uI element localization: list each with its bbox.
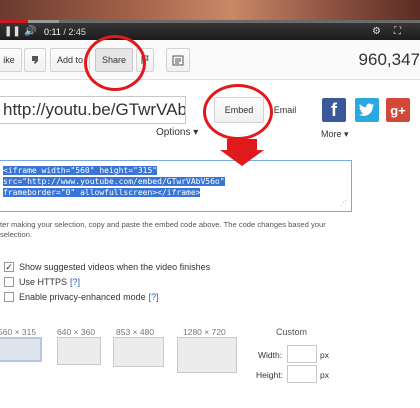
google-plus-icon: g+ (390, 102, 406, 118)
option-suggested-videos[interactable]: ✓ Show suggested videos when the video f… (4, 262, 210, 272)
fullscreen-icon[interactable]: ⛶ (394, 26, 401, 37)
play-pause-icon[interactable]: ❚❚ (4, 26, 21, 37)
email-label: Email (273, 105, 297, 115)
facebook-icon: f (331, 99, 337, 120)
like-button[interactable]: ike (0, 48, 22, 72)
custom-height-input[interactable] (287, 365, 317, 383)
progress-bar[interactable] (0, 20, 420, 23)
option-use-https[interactable]: Use HTTPS [?] (4, 277, 80, 287)
option-privacy-mode[interactable]: Enable privacy-enhanced mode [?] (4, 292, 159, 302)
option-label: Show suggested videos when the video fin… (19, 262, 211, 272)
checkbox-suggested-videos[interactable]: ✓ (4, 262, 14, 272)
checkbox-privacy-mode[interactable] (4, 292, 14, 302)
embed-code-line: src="http://www.youtube.com/embed/GTwrVA… (3, 177, 225, 186)
https-help-link[interactable]: [?] (70, 277, 80, 287)
more-dropdown[interactable]: More ▾ (321, 129, 349, 140)
size-label-1280: 1280 × 720 (183, 327, 226, 337)
size-label-560: 560 × 315 (0, 327, 37, 337)
time-current: 0:11 (44, 27, 61, 37)
volume-icon[interactable]: 🔊 (24, 26, 36, 37)
google-plus-share-button[interactable]: g+ (386, 98, 410, 122)
twitter-icon (359, 103, 374, 116)
time-display: 0:11 / 2:45 (44, 27, 86, 37)
custom-width-input[interactable] (287, 345, 317, 363)
progress-fill (0, 20, 29, 23)
size-label-853: 853 × 480 (116, 327, 155, 337)
custom-size-title: Custom (276, 327, 308, 337)
embed-code-line: frameborder="0" allowfullscreen></iframe… (3, 188, 201, 197)
transcript-icon (172, 55, 184, 65)
resize-handle-icon[interactable]: ⋰ (340, 198, 347, 209)
option-label: Enable privacy-enhanced mode (19, 292, 146, 302)
options-dropdown[interactable]: Options ▾ (156, 127, 198, 138)
share-url-input[interactable]: http://youtu.be/GTwrVAbV5 (0, 96, 186, 124)
custom-height-label: Height: (256, 370, 283, 380)
embed-highlight-circle (203, 84, 273, 140)
video-frame[interactable] (0, 0, 420, 20)
size-label-640: 640 × 360 (57, 327, 96, 337)
option-label: Use HTTPS (19, 277, 68, 287)
thumbs-down-icon (32, 56, 38, 64)
settings-icon[interactable]: ⚙ (372, 26, 381, 37)
add-to-label: Add to (56, 55, 84, 65)
view-count: 960,347 (358, 50, 420, 69)
arrow-shaft (227, 139, 257, 150)
transcript-button[interactable] (166, 48, 190, 72)
time-total: / 2:45 (63, 27, 86, 37)
arrow-down-icon (220, 150, 264, 166)
embed-code-textarea[interactable]: <iframe width="560" height="315" src="ht… (0, 160, 352, 212)
twitter-share-button[interactable] (355, 98, 379, 122)
facebook-share-button[interactable]: f (322, 98, 346, 122)
checkbox-use-https[interactable] (4, 277, 14, 287)
embed-code-line: <iframe width="560" height="315" (3, 166, 158, 175)
custom-width-label: Width: (258, 350, 283, 360)
privacy-help-link[interactable]: [?] (149, 292, 159, 302)
size-option-853[interactable] (113, 337, 164, 367)
size-option-640[interactable] (57, 337, 101, 365)
size-option-1280[interactable] (177, 337, 237, 373)
custom-width-unit: px (320, 350, 329, 360)
share-highlight-circle (84, 35, 146, 91)
like-label: ike (3, 55, 15, 65)
embed-help-text: ter making your selection, copy and past… (0, 220, 326, 239)
dislike-button[interactable] (24, 48, 46, 72)
size-option-560[interactable] (0, 337, 42, 362)
custom-height-unit: px (320, 370, 329, 380)
